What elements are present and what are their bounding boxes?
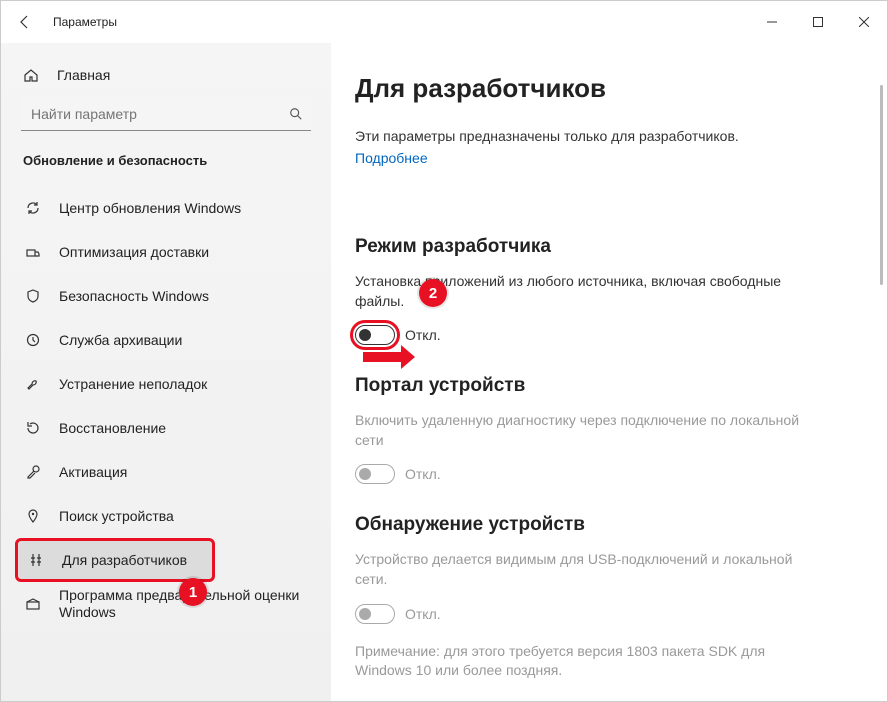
toggle-label: Откл. <box>405 327 441 343</box>
toggle-label: Откл. <box>405 466 441 482</box>
section-title-dev-mode: Режим разработчика <box>355 236 857 258</box>
sidebar-item-label: Активация <box>59 464 127 481</box>
annotation-callout-2: 2 <box>419 279 447 307</box>
arrow-left-icon <box>17 14 33 30</box>
recovery-icon <box>23 420 43 436</box>
sidebar-item-backup[interactable]: Служба архивации <box>21 318 321 362</box>
titlebar: Параметры <box>1 1 887 43</box>
sidebar-item-insider-program[interactable]: Программа предварительной оценки Windows <box>21 582 321 626</box>
sidebar-item-for-developers[interactable]: Для разработчиков <box>15 538 215 582</box>
sidebar-item-label: Оптимизация доставки <box>59 244 209 261</box>
window-controls <box>749 6 887 38</box>
annotation-callout-1: 1 <box>179 578 207 606</box>
sidebar-item-label: Служба архивации <box>59 332 182 349</box>
toggle-switch <box>355 464 395 484</box>
wrench-icon <box>23 376 43 392</box>
location-icon <box>23 508 43 524</box>
key-icon <box>23 464 43 480</box>
learn-more-link[interactable]: Подробнее <box>355 150 428 166</box>
delivery-icon <box>23 244 43 260</box>
toggle-dev-mode[interactable]: Откл. <box>355 325 857 345</box>
sidebar-item-delivery-optimization[interactable]: Оптимизация доставки <box>21 230 321 274</box>
section-title-device-portal: Портал устройств <box>355 375 857 397</box>
sidebar: Главная Обновление и безопасность Центр … <box>1 43 331 701</box>
section-desc-device-portal: Включить удаленную диагностику через под… <box>355 411 815 450</box>
sidebar-home[interactable]: Главная <box>21 67 321 83</box>
close-button[interactable] <box>841 6 887 38</box>
sidebar-item-recovery[interactable]: Восстановление <box>21 406 321 450</box>
sidebar-item-windows-security[interactable]: Безопасность Windows <box>21 274 321 318</box>
backup-icon <box>23 332 43 348</box>
scrollbar-indicator[interactable] <box>880 85 883 285</box>
section-desc-device-discovery: Устройство делается видимым для USB-подк… <box>355 550 815 589</box>
section-title-device-discovery: Обнаружение устройств <box>355 514 857 536</box>
sidebar-item-label: Для разработчиков <box>62 552 187 569</box>
home-icon <box>21 67 41 83</box>
device-discovery-note: Примечание: для этого требуется версия 1… <box>355 642 815 681</box>
search-box[interactable] <box>21 97 311 131</box>
sidebar-item-label: Восстановление <box>59 420 166 437</box>
toggle-device-portal: Откл. <box>355 464 857 484</box>
maximize-button[interactable] <box>795 6 841 38</box>
back-button[interactable] <box>13 10 37 34</box>
insider-icon <box>23 596 43 612</box>
main-content: Для разработчиков Эти параметры предназн… <box>331 43 887 701</box>
developers-icon <box>26 552 46 568</box>
search-input[interactable] <box>31 106 289 122</box>
toggle-switch[interactable] <box>355 325 395 345</box>
page-intro: Эти параметры предназначены только для р… <box>355 128 857 144</box>
sync-icon <box>23 200 43 216</box>
sidebar-item-label: Поиск устройства <box>59 508 174 525</box>
sidebar-home-label: Главная <box>57 67 110 83</box>
sidebar-item-windows-update[interactable]: Центр обновления Windows <box>21 186 321 230</box>
shield-icon <box>23 288 43 304</box>
sidebar-item-label: Устранение неполадок <box>59 376 207 393</box>
sidebar-item-activation[interactable]: Активация <box>21 450 321 494</box>
sidebar-item-label: Центр обновления Windows <box>59 200 241 217</box>
sidebar-item-label: Безопасность Windows <box>59 288 209 305</box>
sidebar-item-find-my-device[interactable]: Поиск устройства <box>21 494 321 538</box>
toggle-switch <box>355 604 395 624</box>
window-title: Параметры <box>53 15 117 29</box>
sidebar-item-troubleshoot[interactable]: Устранение неполадок <box>21 362 321 406</box>
toggle-label: Откл. <box>405 606 441 622</box>
page-title: Для разработчиков <box>355 73 857 104</box>
annotation-arrow <box>363 347 415 367</box>
minimize-button[interactable] <box>749 6 795 38</box>
sidebar-category: Обновление и безопасность <box>21 153 321 168</box>
search-icon <box>289 107 303 121</box>
toggle-device-discovery: Откл. <box>355 604 857 624</box>
